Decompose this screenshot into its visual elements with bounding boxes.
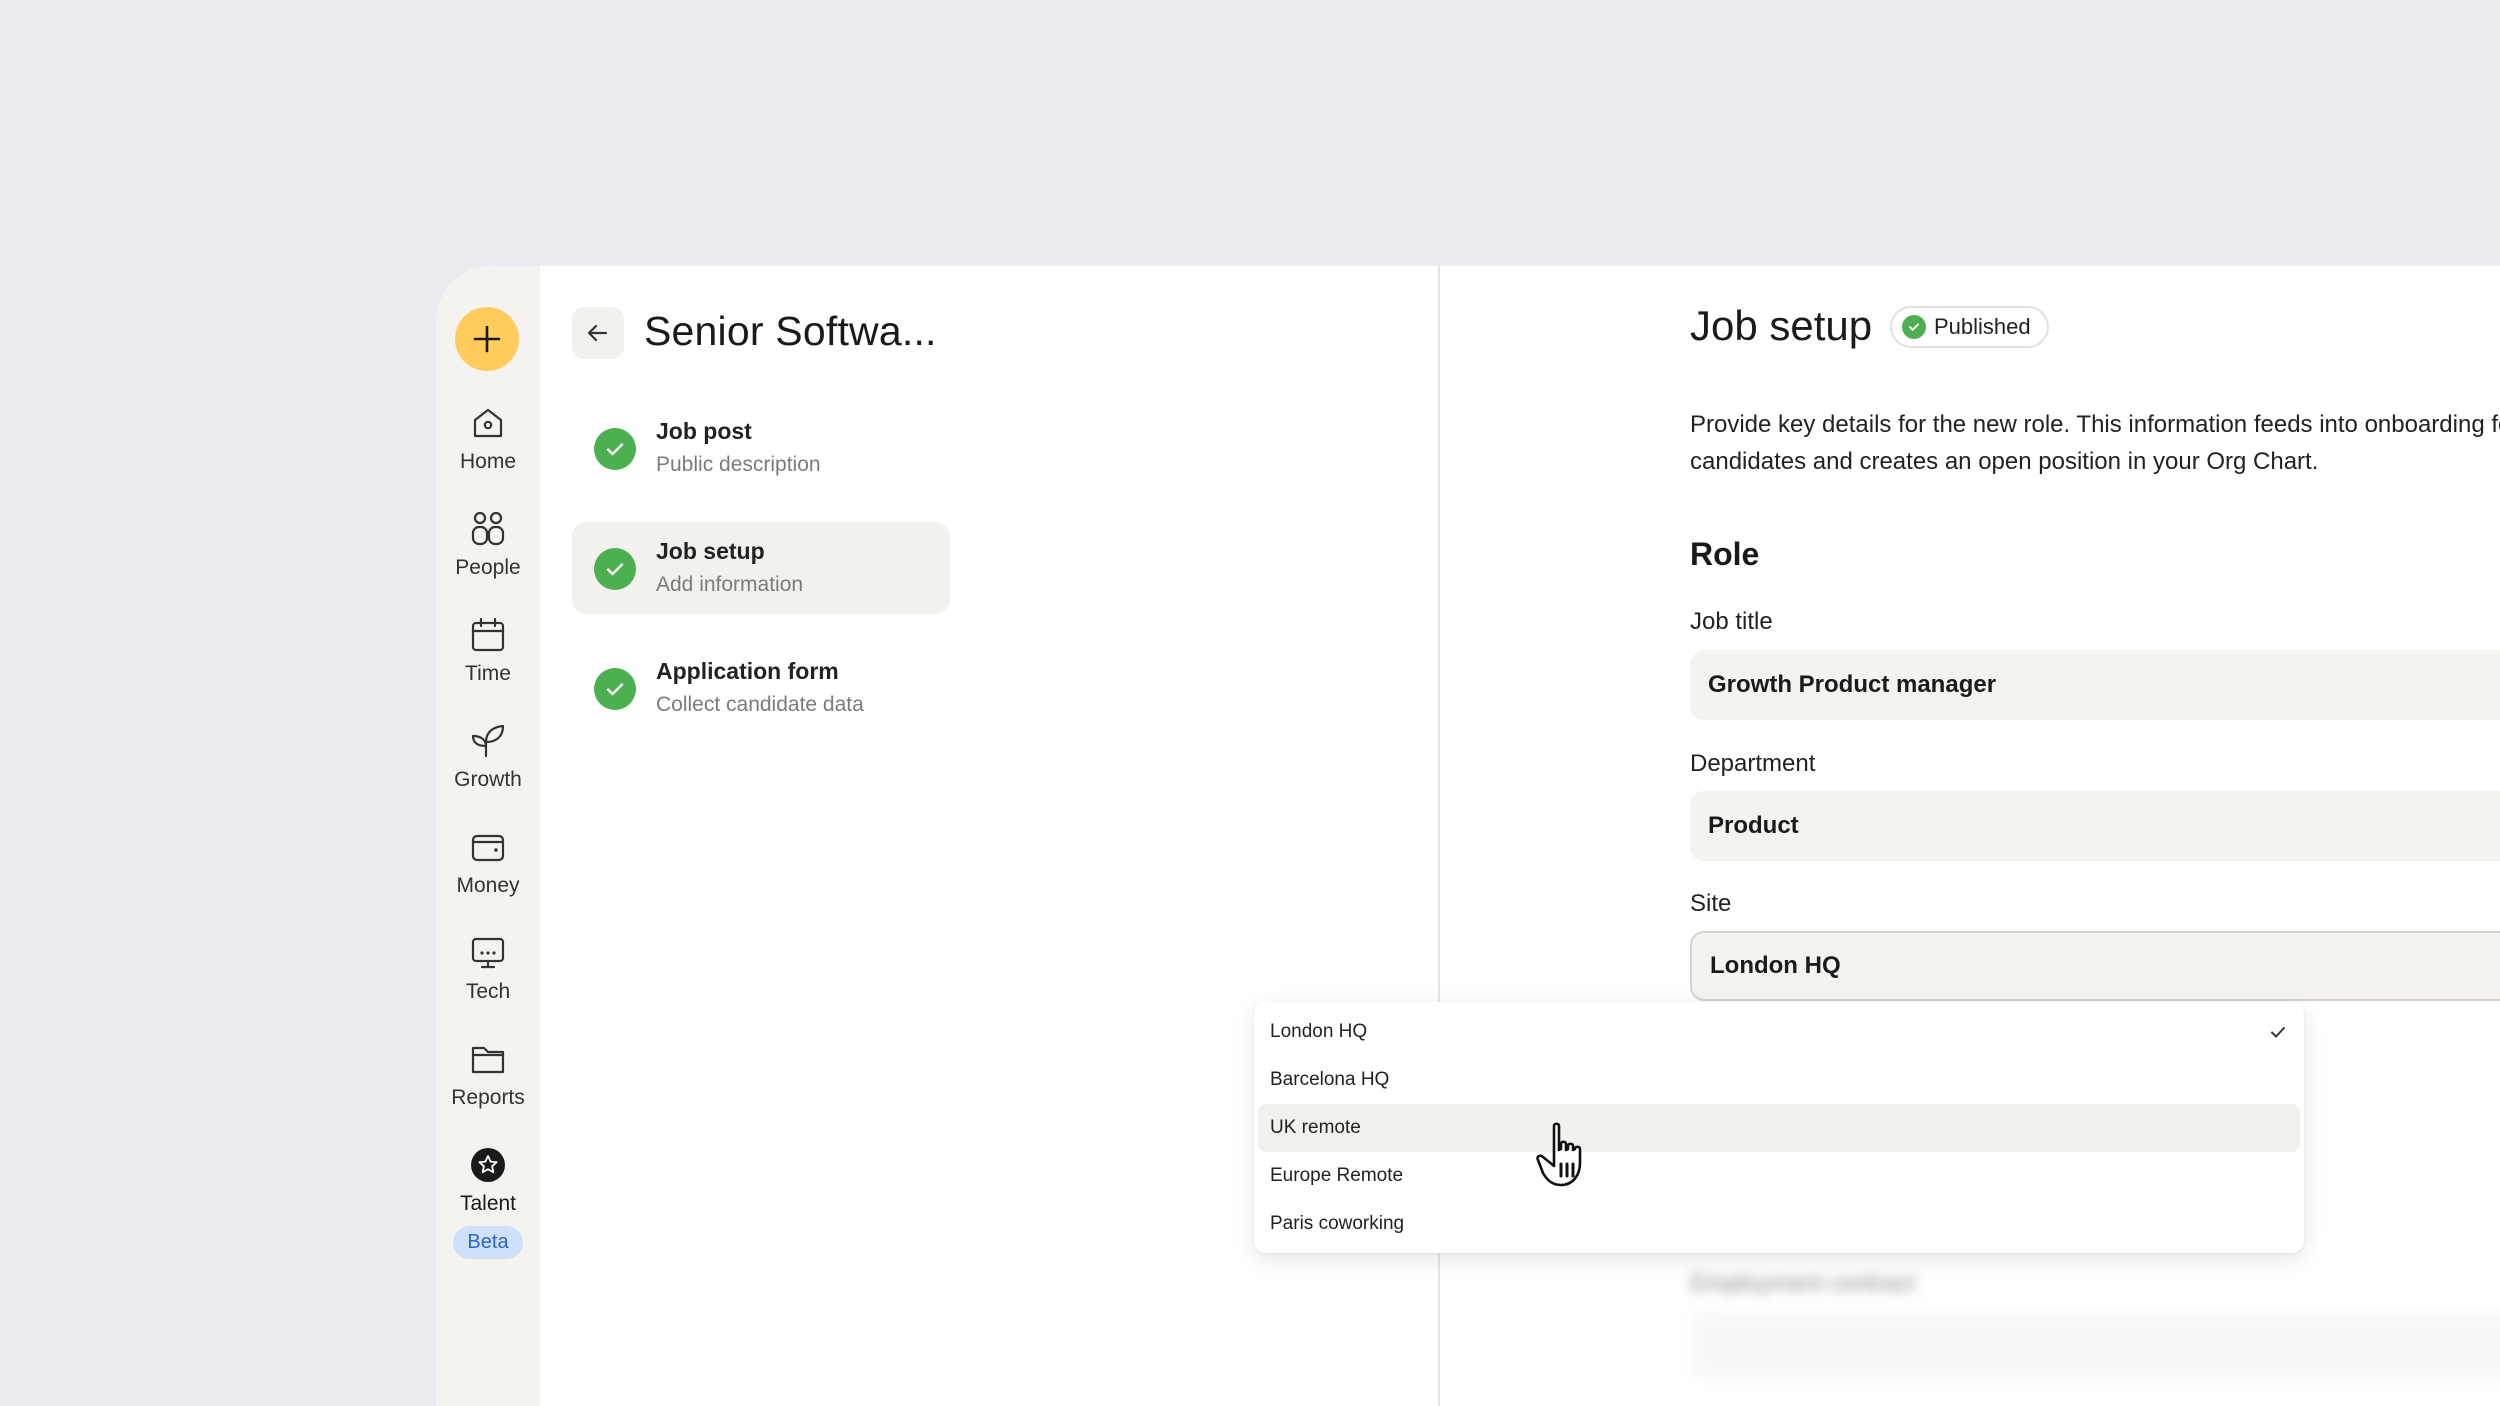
intro-text: Provide key details for the new role. Th… bbox=[1690, 411, 2500, 475]
employment-contract-label: Employment contract bbox=[1690, 1270, 1916, 1297]
site-option-london-hq[interactable]: London HQ bbox=[1258, 1008, 2300, 1056]
step-title: Application form bbox=[656, 658, 839, 684]
site-select[interactable]: London HQ bbox=[1690, 931, 2500, 1001]
job-title-value: Growth Product manager bbox=[1708, 671, 1997, 698]
monitor-icon bbox=[471, 937, 505, 969]
rail-label-tech: Tech bbox=[465, 980, 511, 1003]
status-text: Published bbox=[1934, 314, 2031, 339]
job-title-select[interactable]: Growth Product manager bbox=[1690, 650, 2500, 720]
rail-item-tech[interactable]: Tech bbox=[436, 934, 540, 1004]
employment-contract-select[interactable] bbox=[1690, 1310, 2500, 1380]
rail-label-people: People bbox=[455, 556, 521, 579]
step-job-setup[interactable]: Job setup Add information bbox=[572, 522, 950, 614]
check-circle-icon bbox=[594, 428, 636, 470]
rail-item-growth[interactable]: Growth bbox=[436, 722, 540, 792]
hand-pointer-cursor-icon bbox=[1536, 1122, 1582, 1187]
step-subtitle: Add information bbox=[656, 573, 804, 596]
calendar-icon bbox=[471, 617, 505, 652]
check-circle-icon bbox=[594, 548, 636, 590]
department-value: Product bbox=[1708, 812, 1799, 839]
talent-star-icon bbox=[471, 1148, 505, 1182]
folder-icon bbox=[471, 1046, 505, 1074]
checkmark-icon bbox=[2271, 1027, 2285, 1038]
wallet-icon bbox=[471, 834, 505, 862]
step-title: Job setup bbox=[656, 538, 765, 564]
section-title-role: Role bbox=[1690, 536, 1760, 572]
option-label: Barcelona HQ bbox=[1270, 1069, 1390, 1090]
rail-label-time: Time bbox=[465, 662, 511, 685]
icon-rail: Home People Time Growth Money Tech Repor… bbox=[436, 266, 540, 1406]
department-label: Department bbox=[1690, 750, 1816, 777]
step-subtitle: Public description bbox=[656, 453, 821, 476]
rail-label-growth: Growth bbox=[454, 768, 522, 791]
site-option-barcelona-hq[interactable]: Barcelona HQ bbox=[1258, 1056, 2300, 1104]
home-icon bbox=[473, 408, 503, 438]
people-icon bbox=[471, 511, 505, 546]
rail-label-reports: Reports bbox=[451, 1086, 525, 1109]
job-name-title: Senior Softwa... bbox=[644, 308, 937, 354]
rail-item-people[interactable]: People bbox=[436, 510, 540, 580]
option-label: UK remote bbox=[1270, 1117, 1361, 1138]
site-label: Site bbox=[1690, 890, 1732, 917]
option-label: Europe Remote bbox=[1270, 1165, 1404, 1186]
step-job-post[interactable]: Job post Public description bbox=[572, 402, 950, 494]
check-circle-icon bbox=[1902, 315, 1926, 339]
rail-item-reports[interactable]: Reports bbox=[436, 1040, 540, 1110]
rail-label-money: Money bbox=[456, 874, 520, 897]
rail-label-home: Home bbox=[459, 450, 517, 473]
step-subtitle: Collect candidate data bbox=[656, 693, 864, 716]
job-title-label: Job title bbox=[1690, 608, 1773, 635]
plus-icon bbox=[473, 325, 501, 353]
rail-item-talent[interactable]: Talent Beta bbox=[436, 1146, 540, 1259]
create-button[interactable] bbox=[455, 307, 519, 371]
status-badge: Published bbox=[1890, 306, 2049, 348]
page-title: Job setup bbox=[1690, 302, 1873, 349]
site-option-europe-remote[interactable]: Europe Remote bbox=[1258, 1152, 2300, 1200]
rail-label-talent: Talent bbox=[459, 1192, 517, 1215]
site-value: London HQ bbox=[1710, 952, 1841, 979]
step-application-form[interactable]: Application form Collect candidate data bbox=[572, 642, 950, 734]
plant-icon bbox=[471, 724, 505, 758]
site-option-uk-remote[interactable]: UK remote bbox=[1258, 1104, 2300, 1152]
site-dropdown-menu: London HQ Barcelona HQ UK remote Europe … bbox=[1254, 1002, 2304, 1253]
rail-item-time[interactable]: Time bbox=[436, 616, 540, 686]
back-button[interactable] bbox=[572, 307, 624, 359]
beta-badge: Beta bbox=[453, 1226, 523, 1259]
department-select[interactable]: Product bbox=[1690, 791, 2500, 861]
rail-item-home[interactable]: Home bbox=[436, 404, 540, 474]
option-label: London HQ bbox=[1270, 1021, 1368, 1042]
arrow-left-icon bbox=[587, 324, 608, 342]
check-circle-icon bbox=[594, 668, 636, 710]
site-option-paris-coworking[interactable]: Paris coworking bbox=[1258, 1200, 2300, 1248]
option-label: Paris coworking bbox=[1270, 1213, 1405, 1234]
step-title: Job post bbox=[656, 418, 752, 444]
rail-item-money[interactable]: Money bbox=[436, 828, 540, 898]
